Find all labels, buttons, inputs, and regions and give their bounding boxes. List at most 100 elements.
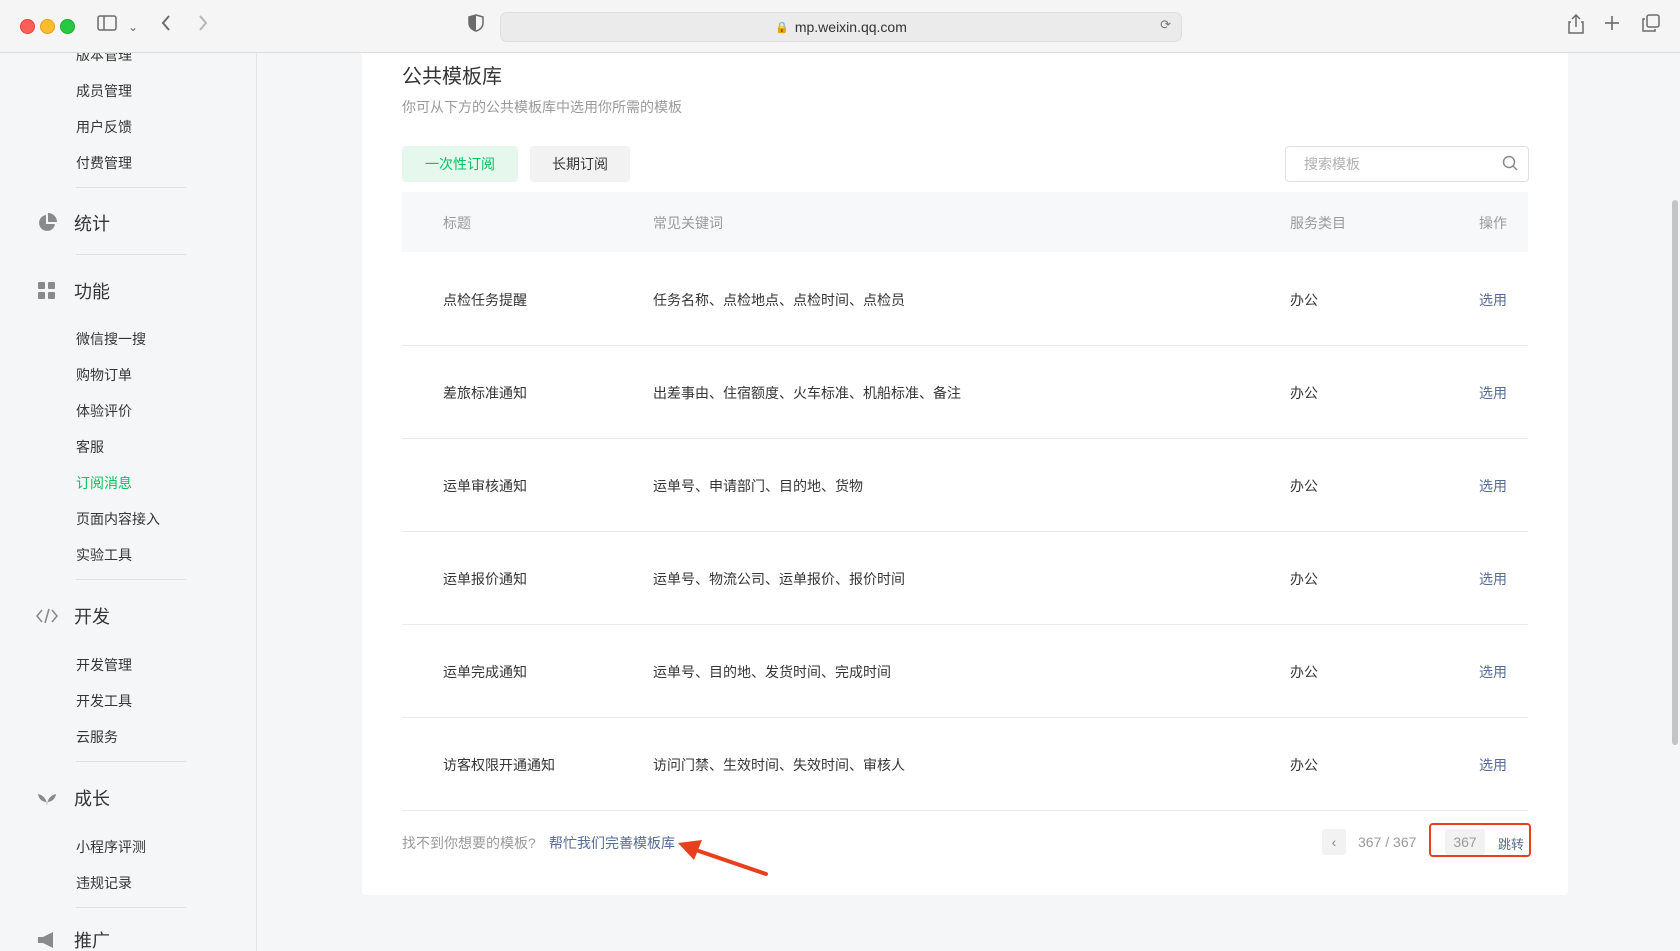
annotation-arrow-icon xyxy=(678,840,768,876)
column-header-keywords: 常见关键词 xyxy=(653,215,723,231)
row-category: 办公 xyxy=(1290,292,1318,308)
sidebar: 版本管理 成员管理 用户反馈 付费管理 统计 功能 微信搜一搜 购物订单 体验评… xyxy=(0,53,257,951)
sidebar-item-subscription-messages[interactable]: 订阅消息 xyxy=(76,473,132,493)
row-keywords: 运单号、物流公司、运单报价、报价时间 xyxy=(653,571,905,587)
new-tab-icon[interactable] xyxy=(1604,14,1620,36)
sidebar-section-growth[interactable]: 成长 xyxy=(36,785,110,811)
row-category: 办公 xyxy=(1290,571,1318,587)
select-template-link[interactable]: 选用 xyxy=(1479,662,1507,682)
table-row: 差旅标准通知 出差事由、住宿额度、火车标准、机船标准、备注 办公 选用 xyxy=(402,345,1528,439)
minimize-window-button[interactable] xyxy=(40,19,55,34)
maximize-window-button[interactable] xyxy=(60,19,75,34)
tab-one-time-subscription[interactable]: 一次性订阅 xyxy=(402,146,518,182)
sprout-icon xyxy=(36,787,58,809)
select-template-link[interactable]: 选用 xyxy=(1479,755,1507,775)
row-title: 运单完成通知 xyxy=(443,664,527,680)
column-header-title: 标题 xyxy=(443,215,471,231)
page-title: 公共模板库 xyxy=(402,66,502,88)
sidebar-item-wechat-search[interactable]: 微信搜一搜 xyxy=(76,329,146,349)
row-keywords: 出差事由、住宿额度、火车标准、机船标准、备注 xyxy=(653,385,961,401)
sidebar-item-shopping-orders[interactable]: 购物订单 xyxy=(76,365,132,385)
address-bar[interactable]: 🔒 mp.weixin.qq.com ⟳ xyxy=(500,12,1182,42)
sidebar-section-title: 统计 xyxy=(74,214,110,234)
share-icon[interactable] xyxy=(1568,13,1584,39)
sidebar-item-version[interactable]: 版本管理 xyxy=(76,53,132,65)
jump-button[interactable]: 跳转 xyxy=(1498,834,1524,853)
megaphone-icon xyxy=(36,929,58,951)
row-category: 办公 xyxy=(1290,757,1318,773)
browser-toolbar: ⌄ 🔒 mp.weixin.qq.com ⟳ xyxy=(0,0,1680,53)
table-row: 运单审核通知 运单号、申请部门、目的地、货物 办公 选用 xyxy=(402,438,1528,532)
sidebar-item-evaluation[interactable]: 小程序评测 xyxy=(76,837,146,857)
chevron-down-icon[interactable]: ⌄ xyxy=(128,16,138,38)
divider xyxy=(76,254,186,255)
sidebar-item-experiment-tools[interactable]: 实验工具 xyxy=(76,545,132,565)
sidebar-item-experience-review[interactable]: 体验评价 xyxy=(76,401,132,421)
row-keywords: 运单号、申请部门、目的地、货物 xyxy=(653,478,863,494)
url-text: mp.weixin.qq.com xyxy=(794,19,907,35)
back-icon[interactable] xyxy=(160,14,172,37)
sidebar-section-stats[interactable]: 统计 xyxy=(36,210,110,236)
row-category: 办公 xyxy=(1290,664,1318,680)
row-title: 访客权限开通通知 xyxy=(443,757,555,773)
code-icon xyxy=(36,605,58,627)
row-title: 点检任务提醒 xyxy=(443,292,527,308)
sidebar-item-violations[interactable]: 违规记录 xyxy=(76,873,132,893)
table-header: 标题 常见关键词 服务类目 操作 xyxy=(402,192,1528,252)
divider xyxy=(76,579,186,580)
row-title: 运单审核通知 xyxy=(443,478,527,494)
row-keywords: 访问门禁、生效时间、失效时间、审核人 xyxy=(653,757,905,773)
row-keywords: 任务名称、点检地点、点检时间、点检员 xyxy=(653,292,905,308)
search-icon[interactable] xyxy=(1502,155,1518,176)
forward-icon[interactable] xyxy=(197,14,209,37)
table-row: 运单完成通知 运单号、目的地、发货时间、完成时间 办公 选用 xyxy=(402,624,1528,718)
divider xyxy=(76,761,186,762)
select-template-link[interactable]: 选用 xyxy=(1479,569,1507,589)
sidebar-item-dev-tools[interactable]: 开发工具 xyxy=(76,691,132,711)
table-row: 运单报价通知 运单号、物流公司、运单报价、报价时间 办公 选用 xyxy=(402,531,1528,625)
table-row: 点检任务提醒 任务名称、点检地点、点检时间、点检员 办公 选用 xyxy=(402,252,1528,346)
table-row: 访客权限开通通知 访问门禁、生效时间、失效时间、审核人 办公 选用 xyxy=(402,717,1528,811)
page-description: 你可从下方的公共模板库中选用你所需的模板 xyxy=(402,99,682,115)
divider xyxy=(76,187,186,188)
tab-long-term-subscription[interactable]: 长期订阅 xyxy=(530,146,630,182)
scrollbar[interactable] xyxy=(1672,200,1678,745)
row-category: 办公 xyxy=(1290,478,1318,494)
sidebar-item-feedback[interactable]: 用户反馈 xyxy=(76,117,132,137)
divider xyxy=(76,907,186,908)
sidebar-section-title: 开发 xyxy=(74,607,110,627)
row-title: 运单报价通知 xyxy=(443,571,527,587)
privacy-shield-icon[interactable] xyxy=(468,14,484,37)
tab-overview-icon[interactable] xyxy=(1642,14,1660,37)
footer-question: 找不到你想要的模板? xyxy=(402,835,536,851)
sidebar-section-promotion[interactable]: 推广 xyxy=(36,927,110,951)
grid-icon xyxy=(36,280,58,302)
select-template-link[interactable]: 选用 xyxy=(1479,383,1507,403)
sidebar-item-customer-service[interactable]: 客服 xyxy=(76,437,104,457)
page-indicator: 367 / 367 xyxy=(1358,834,1417,850)
translate-reload-icon[interactable]: ⟳ xyxy=(1160,17,1171,33)
column-header-action: 操作 xyxy=(1479,215,1507,231)
select-template-link[interactable]: 选用 xyxy=(1479,290,1507,310)
search-input[interactable] xyxy=(1302,155,1496,173)
page-jump-input[interactable]: 367 xyxy=(1445,829,1485,855)
column-header-category: 服务类目 xyxy=(1290,215,1346,231)
sidebar-section-title: 功能 xyxy=(74,282,110,302)
sidebar-item-members[interactable]: 成员管理 xyxy=(76,81,132,101)
sidebar-item-page-content[interactable]: 页面内容接入 xyxy=(76,509,160,529)
close-window-button[interactable] xyxy=(20,19,35,34)
row-category: 办公 xyxy=(1290,385,1318,401)
help-improve-link[interactable]: 帮忙我们完善模板库 xyxy=(549,833,675,853)
select-template-link[interactable]: 选用 xyxy=(1479,476,1507,496)
sidebar-section-dev[interactable]: 开发 xyxy=(36,603,110,629)
sidebar-item-dev-manage[interactable]: 开发管理 xyxy=(76,655,132,675)
sidebar-toggle-icon[interactable] xyxy=(97,14,117,36)
previous-page-button[interactable]: ‹ xyxy=(1322,829,1346,855)
pie-chart-icon xyxy=(36,212,58,234)
row-keywords: 运单号、目的地、发货时间、完成时间 xyxy=(653,664,891,680)
sidebar-item-payment[interactable]: 付费管理 xyxy=(76,153,132,173)
sidebar-section-title: 推广 xyxy=(74,931,110,951)
lock-icon: 🔒 xyxy=(775,21,789,34)
sidebar-item-cloud[interactable]: 云服务 xyxy=(76,727,118,747)
sidebar-section-features[interactable]: 功能 xyxy=(36,278,110,304)
